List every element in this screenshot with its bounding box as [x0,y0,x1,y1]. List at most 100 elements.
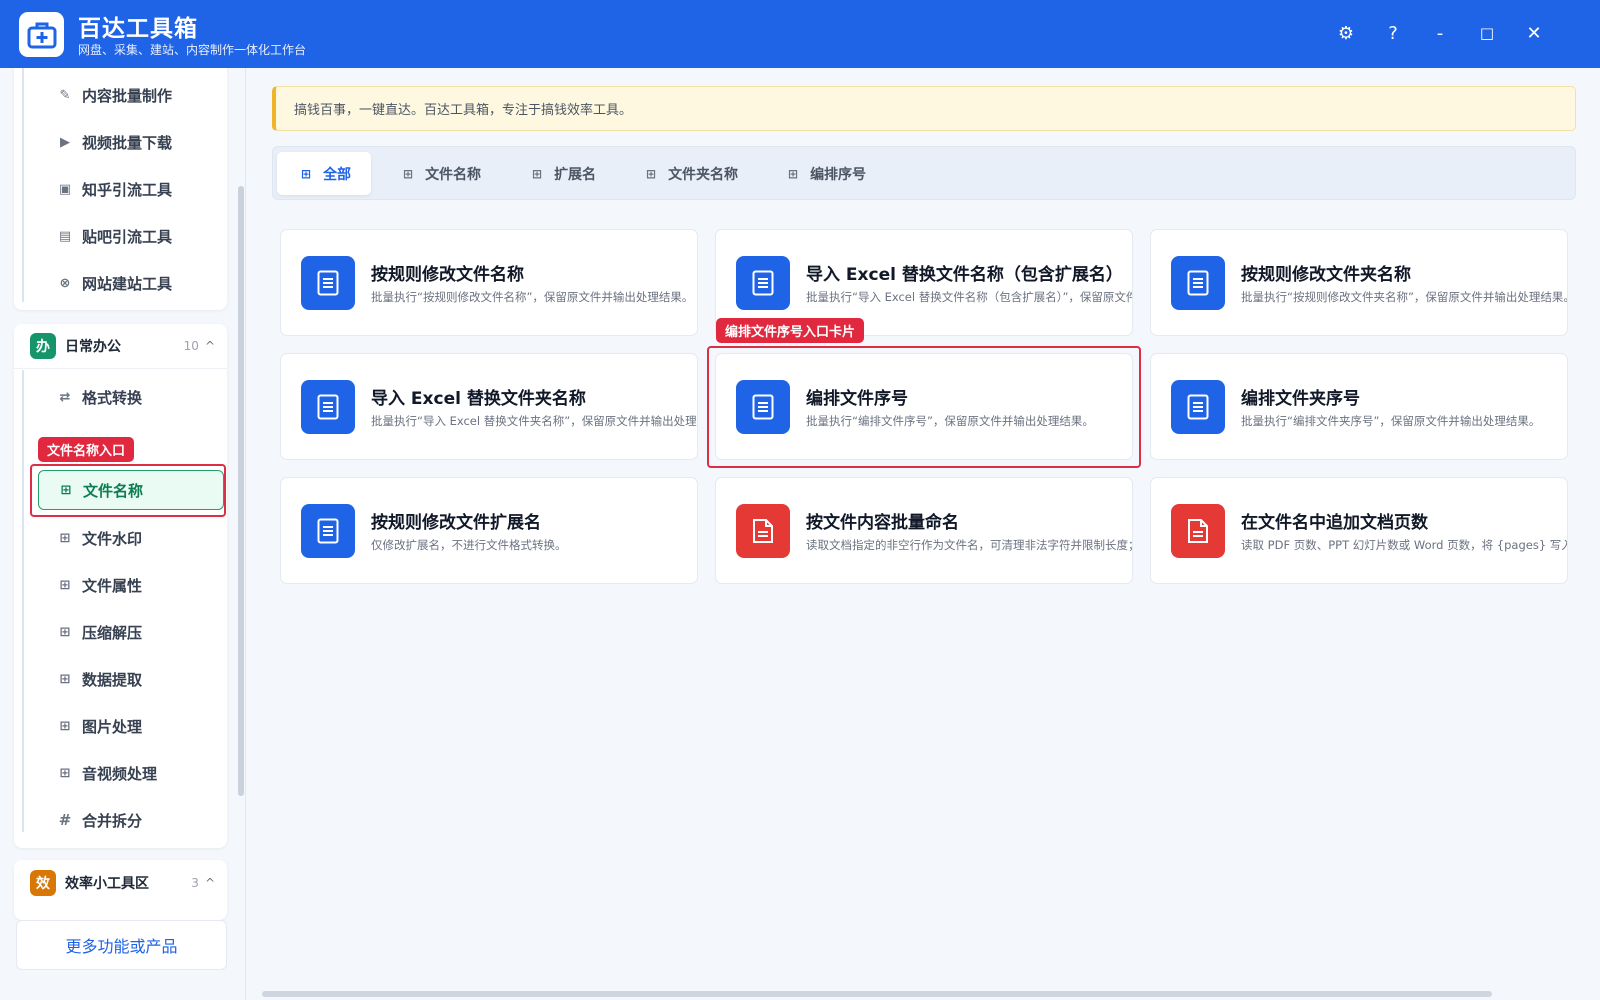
sidebar-item-zhihu[interactable]: ▣ 知乎引流工具 [38,169,224,209]
more-products-button[interactable]: 更多功能或产品 [16,920,227,970]
tab-folder-name[interactable]: ⊞ 文件夹名称 [622,152,758,195]
sidebar-item-watermark[interactable]: ⊞ 文件水印 [38,518,224,558]
document-icon [301,256,355,310]
group-count: 10 [183,338,199,353]
sidebar-item-content-batch[interactable]: ✎ 内容批量制作 [38,75,224,115]
sidebar-item-image[interactable]: ⊞ 图片处理 [38,706,224,746]
group-title: 日常办公 [65,338,121,355]
close-button[interactable]: ✕ [1519,18,1549,48]
sidebar-item-data-extract[interactable]: ⊞ 数据提取 [38,659,224,699]
card-description: 读取 PDF 页数、PPT 幻灯片数或 Word 页数，将 {pages} 写入… [1241,538,1567,552]
grid-icon: ⊞ [646,166,657,181]
help-button[interactable]: ? [1378,18,1408,48]
chevron-up-icon: ^ [204,876,215,890]
sidebar-item-label: 压缩解压 [82,623,143,642]
pencil-icon: ✎ [59,87,71,103]
sidebar: ✎ 内容批量制作 ▶ 视频批量下载 ▣ 知乎引流工具 ▤ 贴吧引流工具 ⊗ 网站… [0,68,246,1000]
card-description: 批量执行“导入 Excel 替换文件名称（包含扩展名）”，保留原文件并输出处理结… [806,290,1132,304]
gear-icon: ⚙ [1337,22,1355,44]
annotation-tag-file-name: 文件名称入口 [38,437,135,462]
grid-icon: ⊞ [59,765,71,781]
grid-icon: ⊞ [59,577,71,593]
sidebar-item-file-name[interactable]: ⊞ 文件名称 [38,470,224,510]
app-subtitle: 网盘、采集、建站、内容制作一体化工作台 [78,43,307,57]
sidebar-item-label: 知乎引流工具 [82,180,173,199]
tool-card-excel-rename-folders[interactable]: 导入 Excel 替换文件夹名称 批量执行“导入 Excel 替换文件夹名称”，… [280,353,698,460]
tab-label: 编排序号 [810,166,867,183]
tab-label: 文件名称 [425,166,482,183]
sidebar-item-file-attributes[interactable]: ⊞ 文件属性 [38,565,224,605]
card-title: 在文件名中追加文档页数 [1241,513,1428,533]
card-title: 按规则修改文件扩展名 [371,513,541,533]
tool-card-rename-folders-by-rule[interactable]: 按规则修改文件夹名称 批量执行“按规则修改文件夹名称”，保留原文件并输出处理结果… [1150,229,1568,336]
scrollbar-thumb[interactable] [262,991,1492,997]
group-header-efficiency[interactable]: 效 效率小工具区 3 ^ [14,860,227,906]
maximize-button[interactable]: □ [1472,18,1502,48]
tree-line [22,68,24,302]
card-description: 批量执行“编排文件夹序号”，保留原文件并输出处理结果。 [1241,414,1541,428]
main-horizontal-scrollbar[interactable] [248,990,1600,998]
sidebar-item-format-convert[interactable]: ⇄ 格式转换 [38,377,224,417]
file-text-icon [1171,504,1225,558]
sidebar-item-tieba[interactable]: ▤ 贴吧引流工具 [38,216,224,256]
settings-button[interactable]: ⚙ [1331,18,1361,48]
grid-icon: ⊞ [59,530,71,546]
sidebar-item-website[interactable]: ⊗ 网站建站工具 [38,263,224,303]
close-icon: ✕ [1526,22,1542,44]
sidebar-item-label: 数据提取 [82,670,143,689]
document-icon [301,380,355,434]
tool-card-name-by-content[interactable]: 按文件内容批量命名 读取文档指定的非空行作为文件名，可清理非法字符并限制长度； [715,477,1133,584]
grid-icon: ⊞ [60,482,72,498]
minimize-button[interactable]: - [1425,18,1455,48]
card-description: 仅修改扩展名，不进行文件格式转换。 [371,538,567,552]
tab-all[interactable]: ⊞ 全部 [277,152,372,195]
globe-icon: ⊗ [59,275,71,291]
tool-card-number-files[interactable]: 编排文件序号 批量执行“编排文件序号”，保留原文件并输出处理结果。 [715,353,1133,460]
document-icon [736,380,790,434]
sidebar-item-label: 文件属性 [82,576,143,595]
tool-card-append-page-count[interactable]: 在文件名中追加文档页数 读取 PDF 页数、PPT 幻灯片数或 Word 页数，… [1150,477,1568,584]
sidebar-item-compress[interactable]: ⊞ 压缩解压 [38,612,224,652]
card-description: 批量执行“导入 Excel 替换文件夹名称”，保留原文件并输出处理结果。 [371,414,698,428]
sidebar-item-video-download[interactable]: ▶ 视频批量下载 [38,122,224,162]
swap-icon: ⇄ [59,389,71,405]
card-title: 按规则修改文件夹名称 [1241,265,1411,285]
tool-card-rename-extension[interactable]: 按规则修改文件扩展名 仅修改扩展名，不进行文件格式转换。 [280,477,698,584]
sidebar-item-merge-split[interactable]: # 合并拆分 [38,800,224,840]
maximize-icon: □ [1479,24,1495,42]
document-icon [1171,256,1225,310]
sidebar-item-label: 视频批量下载 [82,133,173,152]
file-text-icon [736,504,790,558]
efficiency-badge: 效 [30,870,56,896]
group-header-office[interactable]: 办 日常办公 10 ^ [14,323,227,369]
tool-card-number-folders[interactable]: 编排文件夹序号 批量执行“编排文件夹序号”，保留原文件并输出处理结果。 [1150,353,1568,460]
sidebar-item-audio-video[interactable]: ⊞ 音视频处理 [38,753,224,793]
group-title: 效率小工具区 [65,876,149,892]
grid-icon: ⊞ [301,166,312,181]
grid-icon: ⊞ [532,166,543,181]
sidebar-item-label: 格式转换 [82,388,143,407]
sidebar-item-label: 文件水印 [82,529,143,548]
sidebar-scrollbar[interactable] [238,76,244,916]
zhihu-icon: ▣ [58,181,72,197]
scrollbar-thumb[interactable] [238,186,244,796]
tab-file-name[interactable]: ⊞ 文件名称 [379,152,501,195]
category-tabs: ⊞ 全部 ⊞ 文件名称 ⊞ 扩展名 ⊞ 文件夹名称 ⊞ 编排序号 [272,146,1576,200]
tool-card-rename-files-by-rule[interactable]: 按规则修改文件名称 批量执行“按规则修改文件名称”，保留原文件并输出处理结果。 [280,229,698,336]
sidebar-item-label: 文件名称 [83,481,144,500]
tab-label: 全部 [323,166,352,183]
sidebar-item-label: 网站建站工具 [82,274,173,293]
app-title: 百达工具箱 [78,16,198,42]
tab-extension[interactable]: ⊞ 扩展名 [508,152,616,195]
chevron-up-icon: ^ [204,338,215,353]
help-icon: ? [1388,22,1398,44]
card-description: 批量执行“编排文件序号”，保留原文件并输出处理结果。 [806,414,1094,428]
card-title: 编排文件序号 [806,389,908,409]
card-description: 批量执行“按规则修改文件夹名称”，保留原文件并输出处理结果。 [1241,290,1568,304]
hash-icon: # [58,811,72,829]
tab-numbering[interactable]: ⊞ 编排序号 [764,152,886,195]
video-icon: ▶ [60,134,70,150]
card-description: 读取文档指定的非空行作为文件名，可清理非法字符并限制长度； [806,538,1133,552]
toolbox-logo-icon [19,12,64,57]
sidebar-item-label: 合并拆分 [82,811,143,830]
